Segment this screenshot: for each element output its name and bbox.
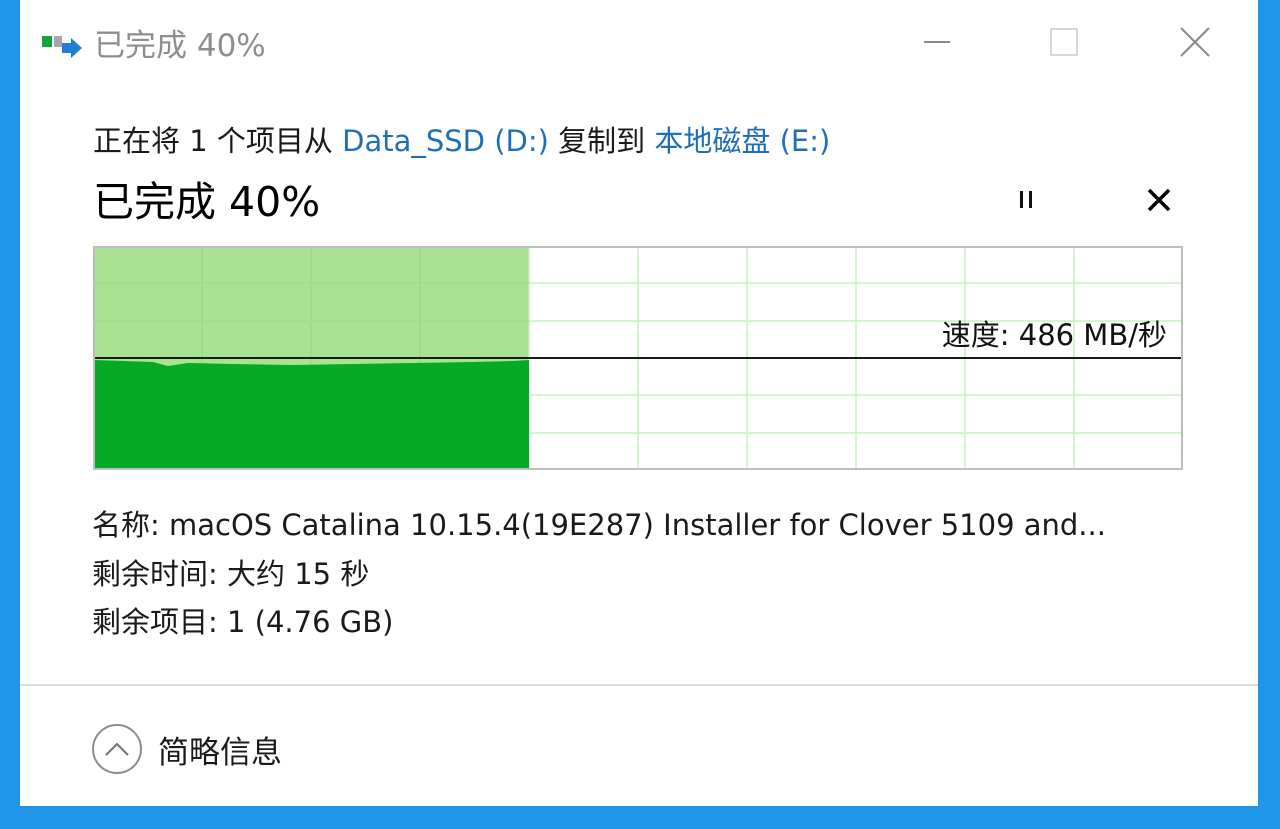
file-name: 名称: macOS Catalina 10.15.4(19E287) Insta… [92, 508, 1106, 542]
speed-graph-canvas [93, 246, 1183, 470]
maximize-button[interactable] [1029, 10, 1099, 74]
window-title: 已完成 40% [94, 28, 266, 64]
speed-history-area [93, 360, 529, 470]
close-icon [1147, 188, 1171, 212]
file-copy-icon [42, 36, 82, 58]
transfer-speed-graph: 速度: 486 MB/秒 [93, 246, 1183, 470]
copy-prefix: 正在将 1 个项目从 [93, 124, 343, 158]
speed-label: 速度: 486 MB/秒 [941, 318, 1167, 352]
time-remaining: 剩余时间: 大约 15 秒 [92, 557, 370, 591]
items-remaining: 剩余项目: 1 (4.76 GB) [92, 605, 394, 639]
fewer-details-label: 简略信息 [158, 734, 282, 771]
divider [20, 684, 1258, 686]
chevron-up-icon [92, 724, 142, 774]
window-close-button[interactable] [1160, 10, 1230, 74]
maximize-icon [1050, 28, 1078, 56]
close-icon [1180, 27, 1210, 57]
pause-button[interactable] [1005, 180, 1047, 220]
copy-middle: 复制到 [548, 124, 655, 158]
cancel-copy-button[interactable] [1138, 180, 1180, 220]
pause-icon [1020, 191, 1032, 208]
destination-link[interactable]: 本地磁盘 (E:) [654, 124, 830, 158]
minimize-button[interactable] [902, 10, 972, 74]
source-link[interactable]: Data_SSD (D:) [342, 124, 549, 158]
file-copy-dialog: 已完成 40% 正在将 1 个项目从 Data_SSD (D:) 复制到 本地磁… [20, 0, 1258, 806]
title-bar: 已完成 40% [20, 0, 1258, 84]
progress-title: 已完成 40% [93, 178, 321, 226]
copy-description: 正在将 1 个项目从 Data_SSD (D:) 复制到 本地磁盘 (E:) [93, 118, 830, 160]
minimize-icon [924, 41, 950, 43]
fewer-details-toggle[interactable]: 简略信息 [92, 722, 332, 776]
